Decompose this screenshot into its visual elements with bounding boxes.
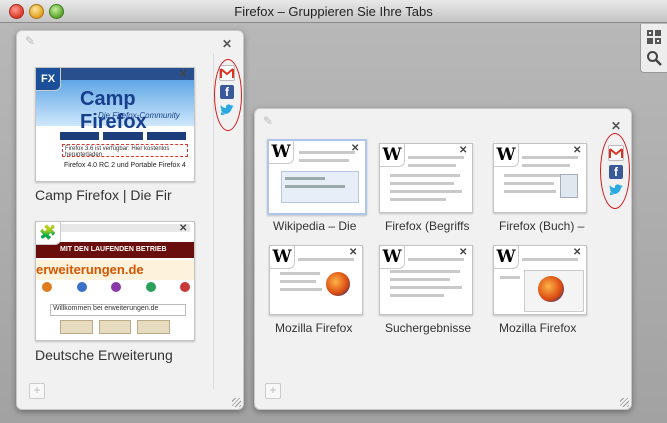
tab-title: Firefox (Buch) – — [499, 219, 585, 233]
tab-thumbnail: Camp Firefox Die Firefox-Community Firef… — [35, 67, 195, 182]
tab-close-button[interactable]: ✕ — [351, 143, 359, 154]
new-tab-button[interactable]: + — [29, 383, 45, 399]
tab-close-button[interactable]: ✕ — [573, 145, 581, 156]
thumb-subtitle: Die Firefox-Community — [98, 111, 180, 120]
tab-item[interactable]: MIT DEN LAUFENDEN BETRIEB EINGESTELL erw… — [35, 221, 211, 363]
tabview-toolbar — [640, 24, 667, 73]
tab-close-button[interactable]: ✕ — [179, 223, 187, 234]
search-icon[interactable] — [646, 50, 662, 66]
window-title: Firefox – Gruppieren Sie Ihre Tabs — [234, 4, 433, 19]
tab-item[interactable]: W ✕ Mozilla Firefox — [493, 245, 593, 337]
tab-title: Wikipedia – Die — [273, 219, 357, 233]
group-close-button[interactable]: ✕ — [222, 37, 232, 51]
thumb-notice: Firefox 3.6 ist verfügbar: Hier kostenlo… — [62, 144, 188, 158]
tab-item[interactable]: W ✕ Firefox (Begriffs — [379, 143, 479, 235]
tab-thumbnail: MIT DEN LAUFENDEN BETRIEB EINGESTELL erw… — [35, 221, 195, 341]
wikipedia-favicon-icon: W — [270, 246, 295, 269]
erweiterungen-favicon-icon: 🧩 — [36, 222, 61, 245]
tab-group-right[interactable]: ✎ ✕ f W ✕ Wikipedia – Die W ✕ Firefox (B… — [254, 108, 632, 410]
thumb-welcome: Willkommen bei erweiterungen.de — [50, 304, 186, 316]
new-tab-button[interactable]: + — [265, 383, 281, 399]
tab-group-left[interactable]: ✎ ✕ f Camp Firefox Die Firefox-Community… — [16, 30, 244, 410]
group-close-button[interactable]: ✕ — [611, 119, 621, 133]
pencil-icon[interactable]: ✎ — [25, 35, 37, 47]
firefox-window: Firefox – Gruppieren Sie Ihre Tabs ✎ ✕ f — [0, 0, 667, 423]
annotation-circle — [600, 133, 630, 209]
tab-item[interactable]: W ✕ Firefox (Buch) – — [493, 143, 593, 235]
tab-groups-icon[interactable] — [646, 29, 662, 45]
tab-title: Deutsche Erweiterung — [35, 347, 173, 363]
thumb-banner: MIT DEN LAUFENDEN BETRIEB EINGESTELL — [36, 242, 194, 269]
tab-title: Mozilla Firefox — [499, 321, 577, 335]
wikipedia-favicon-icon: W — [380, 144, 405, 167]
tab-title: Camp Firefox | Die Fir — [35, 187, 172, 203]
firefox-favicon-icon: FX — [36, 68, 61, 91]
tab-title: Mozilla Firefox — [275, 321, 353, 335]
tab-close-button[interactable]: ✕ — [459, 145, 467, 156]
pencil-icon[interactable]: ✎ — [263, 115, 275, 127]
tab-item[interactable]: W ✕ Mozilla Firefox — [269, 245, 369, 337]
tab-close-button[interactable]: ✕ — [573, 247, 581, 258]
thumb-name: erweiterungen.de — [36, 260, 194, 280]
tab-item[interactable]: W ✕ Suchergebnisse — [379, 245, 479, 337]
annotation-circle — [214, 59, 242, 131]
tab-close-button[interactable]: ✕ — [349, 247, 357, 258]
wikipedia-favicon-icon: W — [494, 246, 519, 269]
resize-handle[interactable] — [620, 398, 629, 407]
title-bar: Firefox – Gruppieren Sie Ihre Tabs — [0, 0, 667, 23]
tab-item[interactable]: Camp Firefox Die Firefox-Community Firef… — [35, 67, 211, 207]
tab-title: Suchergebnisse — [385, 321, 472, 335]
tab-close-button[interactable]: ✕ — [179, 69, 187, 80]
resize-handle[interactable] — [232, 398, 241, 407]
wikipedia-favicon-icon: W — [269, 141, 294, 164]
wikipedia-favicon-icon: W — [380, 246, 405, 269]
tab-title: Firefox (Begriffs — [385, 219, 470, 233]
tab-item[interactable]: W ✕ Wikipedia – Die — [267, 139, 367, 235]
tab-close-button[interactable]: ✕ — [459, 247, 467, 258]
thumb-notice-2: Firefox 4.0 RC 2 und Portable Firefox 4 — [64, 162, 186, 169]
wikipedia-favicon-icon: W — [494, 144, 519, 167]
